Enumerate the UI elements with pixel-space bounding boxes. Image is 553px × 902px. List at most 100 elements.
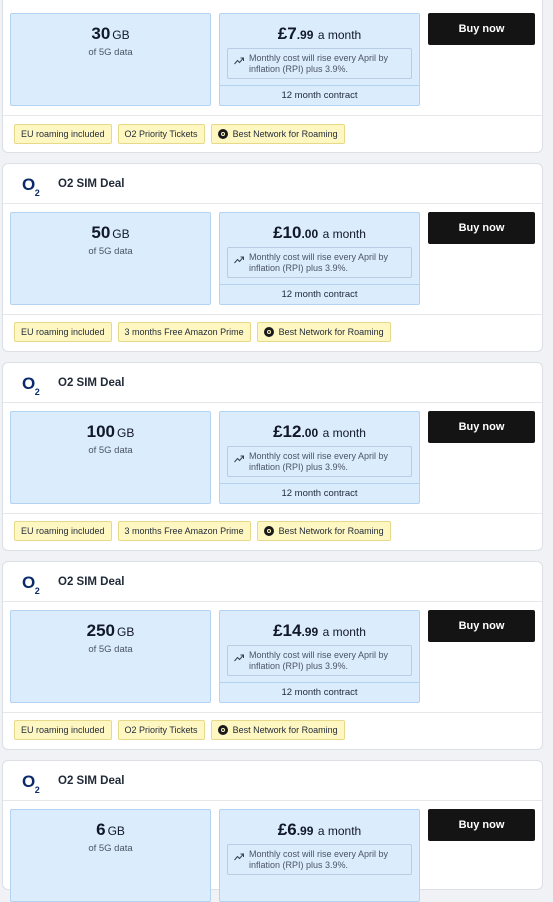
deal-header: O2 O2 SIM Deal (3, 761, 542, 801)
data-unit: GB (112, 28, 130, 42)
deal-card: O2 O2 SIM Deal 50 GB of 5G data £10.00 a … (2, 163, 543, 352)
data-unit: GB (107, 824, 125, 838)
price-period: a month (322, 227, 366, 241)
buy-now-button[interactable]: Buy now (428, 610, 535, 642)
tag-best-network: Best Network for Roaming (256, 322, 391, 342)
price-period: a month (317, 28, 362, 42)
rpi-notice: Monthly cost will rise every April by in… (227, 446, 412, 477)
o2-logo: O2 (22, 175, 40, 199)
rpi-text: Monthly cost will rise every April by in… (249, 53, 389, 74)
contract-length: 12 month contract (220, 85, 419, 107)
divider (3, 314, 542, 315)
award-badge-icon (217, 725, 228, 735)
data-unit: GB (112, 227, 130, 241)
data-allowance: 100 GB of 5G data (10, 411, 211, 504)
price-pounds: £10 (273, 223, 302, 242)
data-amount: 6 (96, 820, 106, 839)
o2-logo: O2 (22, 374, 40, 398)
rpi-notice: Monthly cost will rise every April by in… (227, 645, 412, 676)
rpi-text: Monthly cost will rise every April by in… (249, 650, 389, 671)
trend-up-icon (234, 853, 244, 861)
price-pence: .99 (296, 824, 314, 838)
tag-eu-roaming: EU roaming included (14, 521, 112, 541)
buy-now-button[interactable]: Buy now (428, 411, 535, 443)
tag-label: Best Network for Roaming (232, 129, 338, 139)
deal-card: O2 O2 SIM Deal 100 GB of 5G data £12.00 a… (2, 362, 543, 551)
deal-title: O2 SIM Deal (58, 775, 125, 787)
data-caption: of 5G data (88, 47, 133, 58)
tag-priority-tickets: O2 Priority Tickets (117, 124, 205, 144)
price-pounds: £7 (277, 24, 297, 43)
price-period: a month (317, 824, 362, 838)
tag-amazon-prime: 3 months Free Amazon Prime (117, 521, 251, 541)
data-caption: of 5G data (88, 445, 133, 456)
data-amount: 50 (91, 223, 111, 242)
data-allowance: 250 GB of 5G data (10, 610, 211, 703)
contract-length: 12 month contract (220, 682, 419, 704)
price-pounds: £6 (277, 820, 297, 839)
feature-tags: EU roaming included O2 Priority Tickets … (14, 124, 345, 144)
price-pence: .99 (301, 625, 319, 639)
rpi-notice: Monthly cost will rise every April by in… (227, 247, 412, 278)
deal-card: O2 O2 SIM Deal 250 GB of 5G data £14.99 a… (2, 561, 543, 750)
contract-length: 12 month contract (220, 284, 419, 306)
deal-title: O2 SIM Deal (58, 576, 125, 588)
feature-tags: EU roaming included O2 Priority Tickets … (14, 720, 345, 740)
data-amount: 100 (86, 422, 116, 441)
tag-best-network: Best Network for Roaming (210, 124, 345, 144)
price-pence: .00 (301, 426, 319, 440)
data-amount: 30 (91, 24, 111, 43)
price-pence: .00 (301, 227, 319, 241)
award-badge-icon (263, 327, 274, 337)
deal-header: O2 O2 SIM Deal (3, 363, 542, 403)
divider (3, 513, 542, 514)
deal-card: 30 GB of 5G data £7.99 a month Monthly co… (2, 0, 543, 153)
tag-priority-tickets: O2 Priority Tickets (117, 720, 205, 740)
price-period: a month (322, 426, 366, 440)
divider (3, 712, 542, 713)
tag-best-network: Best Network for Roaming (210, 720, 345, 740)
award-badge-icon (263, 526, 274, 536)
tag-eu-roaming: EU roaming included (14, 322, 112, 342)
buy-now-button[interactable]: Buy now (428, 13, 535, 45)
deal-header: O2 O2 SIM Deal (3, 164, 542, 204)
buy-now-button[interactable]: Buy now (428, 809, 535, 841)
tag-best-network: Best Network for Roaming (256, 521, 391, 541)
data-amount: 250 (86, 621, 116, 640)
price-pounds: £14 (273, 621, 302, 640)
tag-amazon-prime: 3 months Free Amazon Prime (117, 322, 251, 342)
award-badge-icon (217, 129, 228, 139)
tag-eu-roaming: EU roaming included (14, 720, 112, 740)
data-caption: of 5G data (88, 644, 133, 655)
rpi-text: Monthly cost will rise every April by in… (249, 252, 389, 273)
deal-title: O2 SIM Deal (58, 178, 125, 190)
data-allowance: 30 GB of 5G data (10, 13, 211, 106)
rpi-text: Monthly cost will rise every April by in… (249, 451, 389, 472)
feature-tags: EU roaming included 3 months Free Amazon… (14, 322, 391, 342)
data-unit: GB (117, 625, 135, 639)
data-unit: GB (117, 426, 135, 440)
trend-up-icon (234, 256, 244, 264)
o2-logo: O2 (22, 772, 40, 796)
deal-title: O2 SIM Deal (58, 377, 125, 389)
rpi-notice: Monthly cost will rise every April by in… (227, 844, 412, 875)
price-panel: £6.99 a month Monthly cost will rise eve… (219, 809, 420, 902)
o2-logo: O2 (22, 573, 40, 597)
trend-up-icon (234, 57, 244, 65)
data-allowance: 6 GB of 5G data (10, 809, 211, 902)
tag-label: Best Network for Roaming (232, 725, 338, 735)
price-period: a month (322, 625, 366, 639)
deal-list: 30 GB of 5G data £7.99 a month Monthly co… (0, 0, 553, 902)
contract-length: 12 month contract (220, 483, 419, 505)
data-caption: of 5G data (88, 246, 133, 257)
trend-up-icon (234, 654, 244, 662)
tag-label: Best Network for Roaming (278, 327, 384, 337)
price-panel: £7.99 a month Monthly cost will rise eve… (219, 13, 420, 106)
data-caption: of 5G data (88, 843, 133, 854)
rpi-text: Monthly cost will rise every April by in… (249, 849, 389, 870)
buy-now-button[interactable]: Buy now (428, 212, 535, 244)
price-panel: £10.00 a month Monthly cost will rise ev… (219, 212, 420, 305)
rpi-notice: Monthly cost will rise every April by in… (227, 48, 412, 79)
deal-header: O2 O2 SIM Deal (3, 562, 542, 602)
feature-tags: EU roaming included 3 months Free Amazon… (14, 521, 391, 541)
